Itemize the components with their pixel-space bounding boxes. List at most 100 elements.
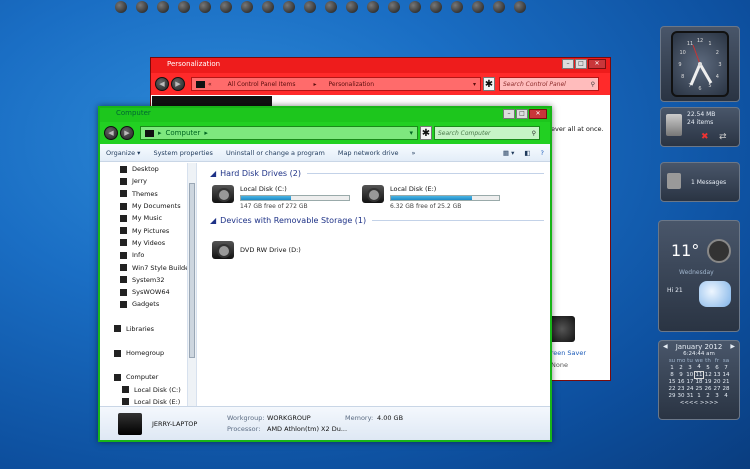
calendar-day[interactable]: 15 — [668, 378, 677, 385]
chevron-down-icon[interactable]: ▾ — [473, 81, 476, 88]
calendar-day[interactable]: 3 — [713, 392, 722, 399]
calendar-day[interactable]: 9 — [677, 371, 686, 378]
calendar-day[interactable]: 25 — [695, 385, 704, 392]
ball-icon[interactable] — [283, 1, 295, 13]
calendar-day[interactable]: 18 — [695, 378, 704, 385]
nav-item[interactable]: Win7 Style Builder — [100, 261, 196, 273]
view-options-icon[interactable]: ▦ ▾ — [503, 149, 514, 157]
nav-item[interactable]: Local Disk (C:) — [100, 383, 196, 395]
ubuntu-icon[interactable] — [115, 1, 127, 13]
calendar-day[interactable]: 3 — [686, 364, 695, 371]
calendar-day[interactable]: 6 — [713, 364, 722, 371]
calendar-day[interactable]: 14 — [722, 371, 731, 378]
collapse-icon[interactable]: ◢ — [210, 216, 216, 225]
phone-icon[interactable] — [241, 1, 253, 13]
wrench-icon[interactable] — [346, 1, 358, 13]
image-icon[interactable] — [367, 1, 379, 13]
help-icon[interactable]: ? — [541, 149, 544, 157]
folder-icon[interactable] — [199, 1, 211, 13]
calendar-day[interactable]: 29 — [668, 392, 677, 399]
drive-c[interactable]: Local Disk (C:) 147 GB free of 272 GB — [212, 185, 350, 210]
maximize-button[interactable]: □ — [516, 109, 528, 119]
messages-gadget[interactable]: 1 Messages — [660, 162, 740, 202]
more-commands-button[interactable]: » — [412, 149, 416, 157]
nav-item[interactable]: Gadgets — [100, 298, 196, 310]
settings-icon[interactable] — [472, 1, 484, 13]
calendar-gadget[interactable]: ◀ January 2012 ▶ 6:24:44 am su mo tu we th fr… — [658, 340, 740, 420]
calendar-day[interactable]: 11 — [694, 370, 704, 379]
globe-icon[interactable] — [136, 1, 148, 13]
search-input[interactable]: Search Control Panel ⚲ — [499, 77, 599, 91]
calendar-day[interactable]: 4 — [722, 392, 731, 399]
forward-button[interactable]: ▶ — [171, 77, 185, 91]
nav-item[interactable]: My Videos — [100, 237, 196, 249]
close-button[interactable]: ✕ — [588, 59, 606, 69]
breadcrumb[interactable]: ▸ Computer ▸ ▾ — [140, 126, 418, 140]
close-button[interactable]: ✕ — [529, 109, 547, 119]
nav-item[interactable]: Computer — [100, 371, 196, 383]
calendar-day[interactable]: 31 — [686, 392, 695, 399]
calendar-day[interactable]: 4 — [695, 364, 704, 371]
scrollbar-thumb[interactable] — [189, 183, 195, 358]
empty-bin-icon[interactable]: ✖ — [701, 132, 709, 142]
nav-item[interactable]: Homegroup — [100, 347, 196, 359]
calendar-day[interactable]: 2 — [677, 364, 686, 371]
calendar-day[interactable]: 28 — [722, 385, 731, 392]
grid-icon[interactable] — [388, 1, 400, 13]
nav-item[interactable]: Info — [100, 249, 196, 261]
gear-icon[interactable] — [304, 1, 316, 13]
preview-pane-icon[interactable]: ◧ — [524, 149, 530, 157]
calendar-day[interactable]: 7 — [722, 364, 731, 371]
calendar-day[interactable]: 30 — [677, 392, 686, 399]
nav-item[interactable]: Themes — [100, 188, 196, 200]
calendar-day[interactable]: 5 — [704, 364, 713, 371]
forward-button[interactable]: ▶ — [120, 126, 134, 140]
tools-icon[interactable] — [325, 1, 337, 13]
collapse-icon[interactable]: ◢ — [210, 169, 216, 178]
uninstall-button[interactable]: Uninstall or change a program — [226, 149, 325, 157]
clock-gadget[interactable]: 11 10 9 8 7 6 5 4 3 2 1 12 — [660, 26, 740, 102]
docs-icon[interactable] — [178, 1, 190, 13]
calendar-day[interactable]: 10 — [686, 371, 695, 378]
nav-item[interactable]: System32 — [100, 274, 196, 286]
search-input[interactable]: Search Computer ⚲ — [434, 126, 540, 140]
calendar-day[interactable]: 26 — [704, 385, 713, 392]
breadcrumb-personalization[interactable]: Personalization — [329, 81, 375, 88]
nav-item[interactable]: My Documents — [100, 200, 196, 212]
breadcrumb-computer[interactable]: Computer — [166, 129, 201, 137]
calendar-day[interactable]: 17 — [686, 378, 695, 385]
refresh-icon[interactable]: ⇄ — [719, 132, 727, 142]
nav-item[interactable]: SysWOW64 — [100, 286, 196, 298]
calendar-day[interactable]: 16 — [677, 378, 686, 385]
nav-item[interactable]: Desktop — [100, 163, 196, 175]
nav-scrollbar[interactable] — [187, 163, 196, 408]
nav-item[interactable]: Jerry — [100, 175, 196, 187]
calendar-day[interactable]: 22 — [668, 385, 677, 392]
weather-gadget[interactable]: 11° Wednesday Hi 21 — [658, 220, 740, 332]
breadcrumb-overflow[interactable]: « — [208, 81, 212, 88]
refresh-button[interactable]: ✱ — [483, 77, 495, 91]
calendar-day[interactable]: 21 — [722, 378, 731, 385]
calendar-day[interactable]: 1 — [695, 392, 704, 399]
calendar-day[interactable]: 1 — [668, 364, 677, 371]
doc-icon[interactable] — [430, 1, 442, 13]
disk-icon[interactable] — [409, 1, 421, 13]
pen-icon[interactable] — [262, 1, 274, 13]
refresh-button[interactable]: ✱ — [420, 126, 432, 140]
chevron-down-icon[interactable]: ▾ — [409, 129, 413, 137]
map-network-drive-button[interactable]: Map network drive — [338, 149, 399, 157]
group-header-hard-disks[interactable]: ◢ Hard Disk Drives (2) — [210, 169, 550, 178]
back-button[interactable]: ◀ — [104, 126, 118, 140]
dvd-drive[interactable]: DVD RW Drive (D:) — [212, 241, 301, 259]
breadcrumb[interactable]: « All Control Panel Items ▸ Personalizat… — [191, 77, 481, 91]
power-icon[interactable] — [493, 1, 505, 13]
calendar-nav[interactable]: <<<< >>>> — [659, 400, 739, 406]
monitor-icon[interactable] — [451, 1, 463, 13]
prev-month-button[interactable]: ◀ — [663, 343, 668, 351]
calendar-day[interactable]: 19 — [704, 378, 713, 385]
system-properties-button[interactable]: System properties — [153, 149, 212, 157]
maximize-button[interactable]: □ — [575, 59, 587, 69]
calendar-day[interactable]: 27 — [713, 385, 722, 392]
minimize-button[interactable]: – — [562, 59, 574, 69]
calendar-day[interactable]: 2 — [704, 392, 713, 399]
